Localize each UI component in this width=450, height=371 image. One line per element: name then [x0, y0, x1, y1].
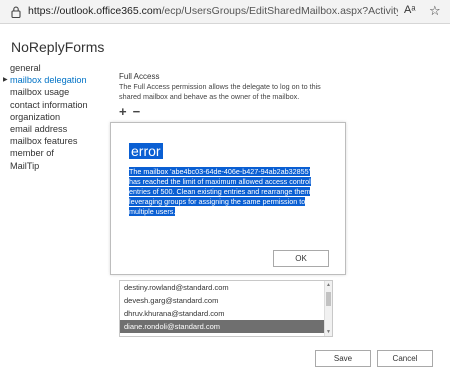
- scrollbar-thumb[interactable]: [326, 292, 331, 306]
- full-access-toolbar: + −: [119, 105, 141, 118]
- url-path: /ecp/UsersGroups/EditSharedMailbox.aspx?…: [161, 5, 398, 17]
- nav-item-contact-information[interactable]: contact information: [10, 99, 110, 111]
- dialog-message-text: The mailbox 'abe4bc03-64de-406e-b427-94a…: [129, 167, 311, 216]
- favorite-star-icon[interactable]: ☆: [429, 3, 441, 19]
- ok-button[interactable]: OK: [273, 250, 329, 267]
- list-item[interactable]: destiny.rowland@standard.com: [120, 281, 332, 294]
- nav-item-member-of[interactable]: member of: [10, 147, 110, 159]
- cancel-button[interactable]: Cancel: [377, 350, 433, 367]
- full-access-description: The Full Access permission allows the de…: [119, 82, 321, 101]
- dialog-title: error: [129, 143, 163, 159]
- sidebar-nav: general ▶ mailbox delegation mailbox usa…: [3, 62, 110, 172]
- list-item-selected[interactable]: diane.rondoli@standard.com: [120, 320, 332, 333]
- dialog-message: The mailbox 'abe4bc03-64de-406e-b427-94a…: [129, 167, 319, 217]
- scroll-up-icon[interactable]: ▲: [326, 282, 331, 288]
- url-text[interactable]: https://outlook.office365.com/ecp/UsersG…: [28, 5, 398, 17]
- nav-item-mailbox-usage[interactable]: mailbox usage: [10, 86, 110, 98]
- nav-item-mailtip[interactable]: MailTip: [10, 160, 110, 172]
- full-access-label: Full Access: [119, 72, 160, 81]
- nav-item-organization[interactable]: organization: [10, 111, 110, 123]
- scrollbar[interactable]: ▲ ▼: [324, 281, 332, 336]
- url-host: https://outlook.office365.com: [28, 5, 162, 17]
- scroll-down-icon[interactable]: ▼: [326, 329, 331, 335]
- page-title: NoReplyForms: [11, 39, 105, 55]
- nav-item-label: mailbox delegation: [10, 75, 87, 86]
- nav-item-general[interactable]: general: [10, 62, 110, 74]
- list-item[interactable]: dhruv.khurana@standard.com: [120, 307, 332, 320]
- nav-item-mailbox-delegation[interactable]: ▶ mailbox delegation: [3, 74, 110, 86]
- nav-item-mailbox-features[interactable]: mailbox features: [10, 135, 110, 147]
- full-access-members-list[interactable]: destiny.rowland@standard.com devesh.garg…: [119, 280, 333, 337]
- caret-right-icon: ▶: [3, 77, 8, 84]
- list-item[interactable]: devesh.garg@standard.com: [120, 294, 332, 307]
- error-dialog: error The mailbox 'abe4bc03-64de-406e-b4…: [110, 122, 346, 275]
- nav-item-email-address[interactable]: email address: [10, 123, 110, 135]
- save-button[interactable]: Save: [315, 350, 371, 367]
- lock-icon[interactable]: [10, 6, 22, 18]
- remove-icon[interactable]: −: [133, 105, 141, 118]
- read-aloud-icon[interactable]: Aᵃ: [404, 4, 415, 16]
- add-icon[interactable]: +: [119, 105, 127, 118]
- address-bar[interactable]: https://outlook.office365.com/ecp/UsersG…: [0, 0, 450, 24]
